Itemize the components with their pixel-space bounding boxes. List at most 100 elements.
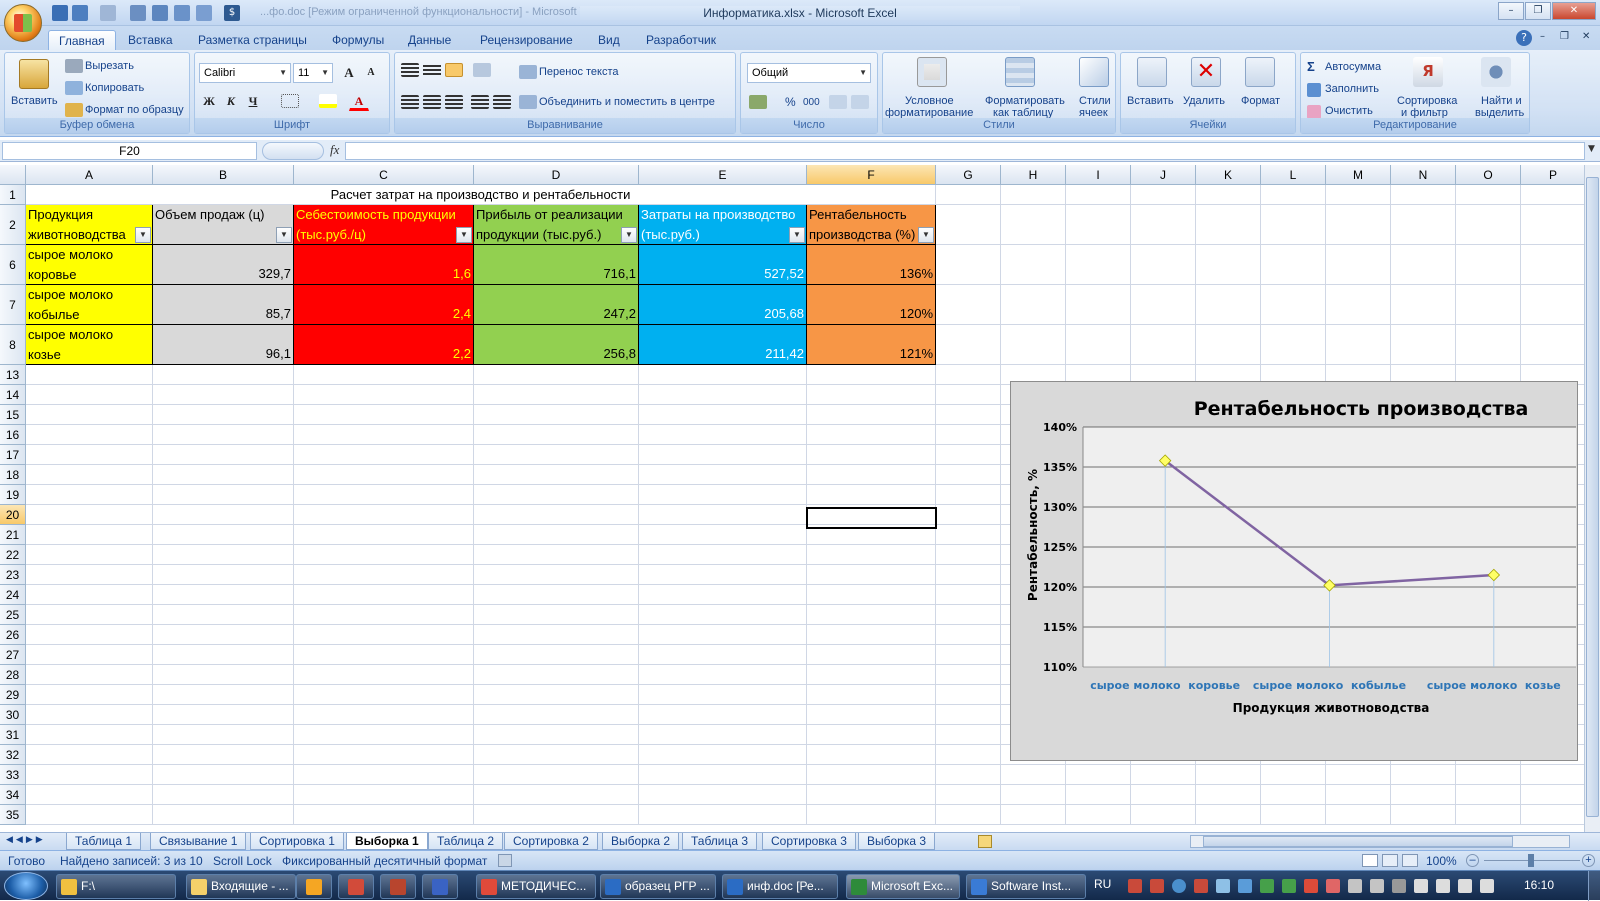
cell[interactable] xyxy=(1261,285,1326,325)
cell[interactable] xyxy=(1261,325,1326,365)
redo-icon[interactable] xyxy=(100,5,116,21)
cut-button[interactable]: Вырезать xyxy=(85,60,134,73)
binoculars-icon[interactable] xyxy=(1481,57,1511,87)
row-header-8[interactable]: 8 xyxy=(0,325,26,365)
cell[interactable] xyxy=(807,765,936,785)
tab-formulas[interactable]: Формулы xyxy=(322,30,394,50)
cell[interactable] xyxy=(1521,325,1584,365)
row-header-15[interactable]: 15 xyxy=(0,405,26,425)
cell[interactable] xyxy=(639,785,807,805)
cell[interactable] xyxy=(936,565,1001,585)
row-header-2[interactable]: 2 xyxy=(0,205,26,245)
cell[interactable] xyxy=(639,745,807,765)
cell[interactable] xyxy=(1326,805,1391,825)
cell[interactable] xyxy=(807,785,936,805)
cell[interactable] xyxy=(807,465,936,485)
format-as-table-icon[interactable] xyxy=(1005,57,1035,87)
tab-view[interactable]: Вид xyxy=(588,30,630,50)
row-header-6[interactable]: 6 xyxy=(0,245,26,285)
cell[interactable] xyxy=(153,525,294,545)
cell[interactable] xyxy=(1261,785,1326,805)
cell[interactable] xyxy=(639,525,807,545)
value-cell-b[interactable]: 85,7 xyxy=(153,285,294,325)
cell[interactable] xyxy=(153,485,294,505)
cell[interactable] xyxy=(26,705,153,725)
cell[interactable] xyxy=(474,405,639,425)
cell[interactable] xyxy=(294,445,474,465)
tray-app-icon[interactable] xyxy=(1216,879,1230,893)
print-preview-icon[interactable] xyxy=(130,5,146,21)
cell[interactable] xyxy=(474,645,639,665)
format-painter-button[interactable]: Формат по образцу xyxy=(85,104,184,117)
column-header-N[interactable]: N xyxy=(1391,165,1456,185)
currency-format-icon[interactable] xyxy=(749,95,767,109)
row-header-20[interactable]: 20 xyxy=(0,505,26,525)
cell[interactable] xyxy=(936,385,1001,405)
tray-app-icon[interactable] xyxy=(1414,879,1428,893)
cell[interactable] xyxy=(1261,765,1326,785)
cell[interactable] xyxy=(26,745,153,765)
row-header-27[interactable]: 27 xyxy=(0,645,26,665)
cell[interactable] xyxy=(1196,205,1261,245)
align-left-icon[interactable] xyxy=(401,95,419,109)
start-button[interactable] xyxy=(4,872,48,900)
cell[interactable] xyxy=(639,665,807,685)
cell[interactable] xyxy=(474,625,639,645)
sort-icon[interactable] xyxy=(174,5,190,21)
italic-button[interactable]: К xyxy=(221,91,241,111)
cell[interactable] xyxy=(294,645,474,665)
row-header-35[interactable]: 35 xyxy=(0,805,26,825)
chart-title[interactable]: Рентабельность производства xyxy=(1194,398,1529,420)
cell[interactable] xyxy=(1066,285,1131,325)
cell[interactable] xyxy=(153,545,294,565)
cell[interactable] xyxy=(1521,205,1584,245)
cell[interactable] xyxy=(153,605,294,625)
merge-center-button[interactable]: Объединить и поместить в центре xyxy=(539,96,715,109)
cell[interactable] xyxy=(936,505,1001,525)
sort-filter-icon[interactable]: Я xyxy=(1413,57,1443,87)
cell[interactable] xyxy=(26,805,153,825)
cell[interactable] xyxy=(294,505,474,525)
cell[interactable] xyxy=(294,745,474,765)
row-header-32[interactable]: 32 xyxy=(0,745,26,765)
language-indicator[interactable]: RU xyxy=(1094,877,1111,891)
number-format-combo[interactable]: Общий ▼ xyxy=(747,63,871,83)
ribbon-close-icon[interactable]: ✕ xyxy=(1582,31,1590,42)
cell[interactable] xyxy=(1456,785,1521,805)
cell[interactable] xyxy=(639,545,807,565)
cell[interactable] xyxy=(807,445,936,465)
cell[interactable] xyxy=(1521,765,1584,785)
horizontal-scroll-thumb[interactable] xyxy=(1203,836,1513,847)
ribbon-restore-icon[interactable]: ❐ xyxy=(1560,31,1569,42)
cell[interactable] xyxy=(936,805,1001,825)
cell[interactable] xyxy=(1001,325,1066,365)
filter-dropdown-icon[interactable]: ▼ xyxy=(918,227,934,243)
filter-dropdown-icon[interactable]: ▼ xyxy=(456,227,472,243)
cell[interactable] xyxy=(1066,205,1131,245)
column-header-F[interactable]: F xyxy=(807,165,936,185)
cell[interactable] xyxy=(1456,285,1521,325)
row-header-29[interactable]: 29 xyxy=(0,685,26,705)
sheet-title-cell[interactable]: Расчет затрат на производство и рентабел… xyxy=(26,185,936,205)
cell[interactable] xyxy=(1131,805,1196,825)
cell[interactable] xyxy=(936,365,1001,385)
currency-icon[interactable]: $ xyxy=(224,5,240,21)
row-header-25[interactable]: 25 xyxy=(0,605,26,625)
column-header-E[interactable]: E xyxy=(639,165,807,185)
taskbar-item-2[interactable]: Входящие - ... xyxy=(186,874,296,899)
cell[interactable] xyxy=(1521,185,1584,205)
cell[interactable] xyxy=(1521,785,1584,805)
cell[interactable] xyxy=(936,525,1001,545)
cell[interactable] xyxy=(1196,245,1261,285)
increase-decimal-icon[interactable] xyxy=(829,95,847,109)
filter-dropdown-icon[interactable]: ▼ xyxy=(276,227,292,243)
font-color-button[interactable]: A xyxy=(349,91,369,111)
cell[interactable] xyxy=(153,585,294,605)
undo-icon[interactable] xyxy=(72,5,88,21)
cell[interactable] xyxy=(474,385,639,405)
row-header-31[interactable]: 31 xyxy=(0,725,26,745)
cell[interactable] xyxy=(1131,785,1196,805)
row-header-1[interactable]: 1 xyxy=(0,185,26,205)
chart-x-axis-title[interactable]: Продукция животноводства xyxy=(1233,701,1430,715)
sheet-tab-4[interactable]: Выборка 1 xyxy=(346,833,428,850)
